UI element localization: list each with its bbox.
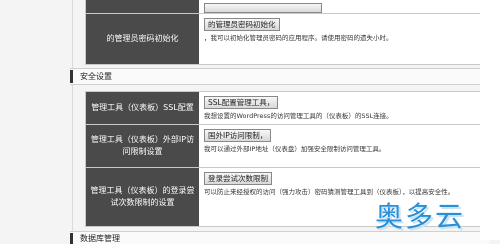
page-divider [72, 0, 73, 240]
table-row: 管理工具（仪表板）SSL配置 SSL配置管理工具， 我想设置的WordPress… [86, 92, 481, 125]
ssl-settings-button[interactable]: SSL配置管理工具， [204, 96, 279, 109]
ip-restriction-button[interactable]: 国外IP访问限制， [204, 129, 272, 142]
row-content [199, 0, 481, 13]
watermark-logo: 奥多云 [375, 200, 466, 233]
row-label: 管理工具（仪表板）SSL配置 [86, 92, 199, 124]
row-content: SSL配置管理工具， 我想设置的WordPress的访问管理工具的（仪表板）的S… [199, 92, 481, 124]
settings-page: 的管理员密码初始化 的管理员密码初始化 ，我可以初始化管理员密码的应用程序。请使… [0, 0, 500, 244]
row-description: 我可以通过外部IP地址（仪表盘）加强安全限制访问管理工具。 [204, 145, 386, 153]
row-content: 的管理员密码初始化 ，我可以初始化管理员密码的应用程序。请使用密码的遗失小时。 [199, 14, 481, 64]
right-margin [480, 0, 500, 240]
table-row: 的管理员密码初始化 的管理员密码初始化 ，我可以初始化管理员密码的应用程序。请使… [86, 14, 481, 64]
section-marker [70, 233, 73, 244]
login-limit-button[interactable]: 登录尝试次数限制 [204, 172, 272, 185]
row-content: 国外IP访问限制， 我可以通过外部IP地址（仪表盘）加强安全限制访问管理工具。 [199, 125, 481, 167]
partial-button[interactable] [204, 3, 322, 13]
row-label: 的管理员密码初始化 [86, 14, 199, 64]
section-heading: 安全设置 [70, 68, 490, 85]
section-title: 数据库管理 [80, 234, 120, 243]
top-settings-table: 的管理员密码初始化 的管理员密码初始化 ，我可以初始化管理员密码的应用程序。请使… [85, 0, 482, 65]
row-label: 管理工具（仪表板）的登录尝试次数限制的设置 [86, 168, 199, 226]
table-row [86, 0, 481, 14]
init-password-button[interactable]: 的管理员密码初始化 [204, 18, 280, 31]
section-title: 安全设置 [80, 72, 112, 81]
row-label: 管理工具（仪表板）外部IP访问限制设置 [86, 125, 199, 167]
section-marker [70, 70, 73, 83]
row-description: ，我可以初始化管理员密码的应用程序。请使用密码的遗失小时。 [204, 34, 393, 42]
table-row: 管理工具（仪表板）外部IP访问限制设置 国外IP访问限制， 我可以通过外部IP地… [86, 125, 481, 168]
row-description: 我想设置的WordPress的访问管理工具的（仪表板）的SSL连接。 [204, 112, 393, 120]
row-label [86, 0, 199, 13]
